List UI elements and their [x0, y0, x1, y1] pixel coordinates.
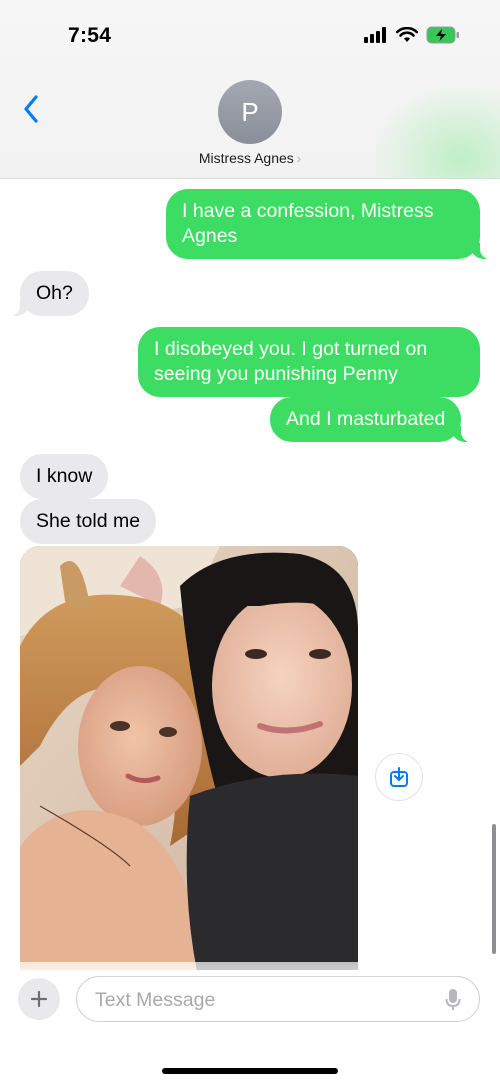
add-attachment-button[interactable] [18, 978, 60, 1020]
message-bubble-received[interactable]: Oh? [8, 271, 89, 316]
save-icon [390, 767, 408, 787]
photo-attachment[interactable] [20, 546, 358, 970]
signal-icon [364, 27, 386, 43]
back-button[interactable] [16, 90, 46, 128]
message-input[interactable] [93, 977, 437, 1023]
battery-charging-icon [426, 26, 459, 44]
message-text: She told me [36, 510, 141, 532]
back-chevron-icon [24, 95, 38, 123]
message-bubble-sent[interactable]: I disobeyed you. I got turned on seeing … [138, 327, 480, 397]
wifi-icon [396, 27, 418, 42]
avatar-initial: P [241, 96, 259, 127]
home-indicator[interactable] [162, 1068, 338, 1074]
message-text: I disobeyed you. I got turned on seeing … [154, 338, 428, 385]
message-bubble-received[interactable]: I know [20, 454, 109, 499]
status-time: 7:54 [68, 24, 112, 47]
message-thread[interactable]: I have a confession, Mistress Agnes Oh? … [0, 178, 500, 970]
scrollbar[interactable] [492, 824, 496, 954]
plus-icon [30, 990, 48, 1008]
message-bubble-received[interactable]: She told me [20, 499, 157, 544]
message-text: I know [36, 465, 93, 487]
message-input-field[interactable] [76, 976, 480, 1023]
status-icons [364, 26, 460, 44]
message-composer [0, 962, 500, 1084]
save-photo-button[interactable] [375, 753, 423, 801]
message-text: Oh? [36, 282, 73, 304]
message-text: I have a confession, Mistress Agnes [182, 200, 434, 247]
contact-name-button[interactable]: Mistress Agnes › [0, 150, 500, 166]
message-text: And I masturbated [286, 408, 446, 430]
microphone-button[interactable] [445, 988, 461, 1017]
contact-name: Mistress Agnes [198, 150, 294, 166]
contact-avatar[interactable]: P [218, 80, 282, 144]
chevron-right-icon: › [296, 151, 302, 166]
message-bubble-sent[interactable]: And I masturbated [270, 397, 474, 442]
photo-image [20, 546, 358, 970]
microphone-icon [445, 989, 461, 1010]
message-bubble-sent[interactable]: I have a confession, Mistress Agnes [166, 189, 492, 259]
conversation-header: 7:54 P Mistress Agnes › [0, 0, 500, 179]
